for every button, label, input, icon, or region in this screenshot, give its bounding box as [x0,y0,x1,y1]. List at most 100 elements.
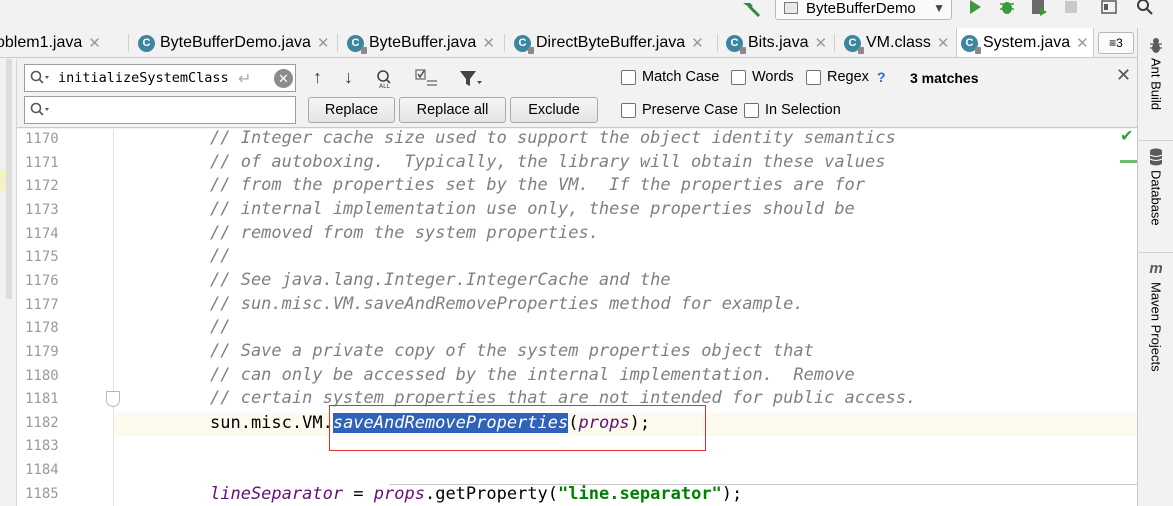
line-number[interactable]: 1178 [25,320,79,336]
run-icon[interactable] [966,0,984,16]
tab-bits[interactable]: C Bits.java ✕ [722,28,827,57]
line-number[interactable]: 1171 [25,155,79,171]
no-problems-checkmark-icon[interactable]: ✔ [1120,126,1133,146]
code-line-getproperty[interactable]: lineSeparator = props.getProperty("line.… [210,484,742,504]
string-literal: "line.separator" [558,484,722,504]
replace-button[interactable]: Replace [308,97,395,123]
tab-directbytebuffer[interactable]: C DirectByteBuffer.java ✕ [510,28,704,57]
code-comment-line[interactable]: // of autoboxing. Typically, the library… [210,152,886,172]
close-icon[interactable]: ✕ [88,34,101,52]
preserve-case-checkbox[interactable]: Preserve Case [621,102,738,118]
line-number[interactable]: 1177 [25,297,79,313]
tab-overflow-button[interactable]: ≡3 [1098,32,1134,54]
ant-build-tool[interactable]: Ant Build [1138,36,1173,110]
run-configuration-select[interactable]: ByteBufferDemo ▼ [775,0,952,20]
exclude-button[interactable]: Exclude [510,97,598,123]
code-comment-line[interactable]: // can only be accessed by the internal … [210,365,855,385]
line-number[interactable]: 1182 [25,415,79,431]
line-number[interactable]: 1184 [25,462,79,478]
line-number[interactable]: 1175 [25,249,79,265]
close-icon[interactable]: ✕ [937,34,950,52]
filter-occurrences-icon[interactable] [415,69,439,89]
checkbox-box[interactable] [744,102,759,118]
checkbox-box[interactable] [731,69,746,85]
tab-system-java[interactable]: C System.java ✕ [956,28,1094,57]
search-everywhere-icon[interactable] [1136,0,1154,16]
line-number[interactable]: 1179 [25,344,79,360]
line-number[interactable]: 1174 [25,226,79,242]
selection-marker [0,169,6,191]
error-stripe-marker[interactable] [1120,160,1137,163]
ant-icon [1150,38,1162,53]
code-comment-line[interactable]: // [210,317,230,337]
words-checkbox[interactable]: Words [731,69,794,85]
line-number[interactable]: 1181 [25,391,79,407]
close-icon[interactable]: ✕ [1116,65,1131,86]
fold-marker-icon[interactable] [106,391,120,407]
code-comment-line[interactable]: // internal implementation use only, the… [210,199,855,219]
code-comment-line[interactable]: // sun.misc.VM.saveAndRemoveProperties m… [210,294,804,314]
database-tool[interactable]: Database [1138,148,1173,226]
main-toolbar: ByteBufferDemo ▼ [0,0,1173,28]
close-icon[interactable]: ✕ [814,34,827,52]
scroll-marker [6,59,12,299]
code-comment-line[interactable]: // removed from the system properties. [210,223,599,243]
code-editor[interactable]: 1170 1171 1172 1173 1174 1175 1176 1177 1178 1179… [17,129,1137,506]
code-comment-line[interactable]: // [210,246,230,266]
library-class-icon: C [961,34,981,54]
tab-label: DirectByteBuffer.java [536,34,686,51]
build-hammer-icon[interactable] [740,0,762,18]
project-structure-icon[interactable] [1100,0,1118,16]
search-field[interactable]: initializeSystemClass ↵ ✕ [24,64,296,92]
code-comment-line[interactable]: // Save a private copy of the system pro… [210,341,814,361]
close-icon[interactable]: ✕ [1076,34,1089,52]
new-line-icon[interactable]: ↵ [238,69,251,89]
clear-search-icon[interactable]: ✕ [274,69,293,88]
line-number[interactable]: 1185 [25,486,79,502]
line-number[interactable]: 1180 [25,368,79,384]
tab-problem1[interactable]: oblem1.java ✕ [0,28,101,57]
regex-checkbox[interactable]: Regex [806,69,869,85]
checkbox-box[interactable] [806,69,821,85]
line-number[interactable]: 1173 [25,202,79,218]
replace-all-button[interactable]: Replace all [399,97,506,123]
find-replace-panel: initializeSystemClass ↵ ✕ ↑ ↓ ALL Replac… [17,59,1137,128]
line-number[interactable]: 1176 [25,273,79,289]
tab-bytebufferdemo[interactable]: C ByteBufferDemo.java ✕ [134,28,330,57]
code-comment-line[interactable]: // from the properties set by the VM. If… [210,175,865,195]
left-tool-strip [0,59,17,506]
tab-label: ByteBuffer.java [369,34,477,51]
line-number[interactable]: 1170 [25,131,79,147]
checkbox-box[interactable] [621,69,636,85]
checkbox-box[interactable] [621,102,636,118]
close-icon[interactable]: ✕ [482,34,495,52]
right-tool-window-bar: Ant Build Database m Maven Projects [1137,28,1173,506]
debug-icon[interactable] [998,0,1016,16]
in-selection-checkbox[interactable]: In Selection [744,102,841,118]
tab-vm-class[interactable]: C VM.class ✕ [840,28,950,57]
tab-label: VM.class [866,34,931,51]
close-icon[interactable]: ✕ [691,34,704,52]
select-all-occurrences-icon[interactable]: ALL [375,69,397,89]
coverage-icon[interactable] [1030,0,1048,16]
regex-help-icon[interactable]: ? [877,69,886,85]
close-icon[interactable]: ✕ [317,34,330,52]
code-comment-line[interactable]: // Integer cache size used to support th… [210,129,896,148]
horizontal-scrollbar[interactable] [389,484,1137,485]
filter-icon[interactable] [459,69,483,89]
next-occurrence-icon[interactable]: ↓ [344,68,353,86]
field-line-separator: lineSeparator [210,484,344,504]
line-number[interactable]: 1183 [25,438,79,454]
tab-bytebuffer[interactable]: C ByteBuffer.java ✕ [343,28,495,57]
code-comment-line[interactable]: // See java.lang.Integer.IntegerCache an… [210,270,671,290]
run-configuration-label: ByteBufferDemo [806,0,916,17]
stop-icon[interactable] [1062,0,1080,16]
previous-occurrence-icon[interactable]: ↑ [313,68,322,86]
match-case-checkbox[interactable]: Match Case [621,69,719,85]
replace-field[interactable] [24,96,296,124]
maven-projects-tool[interactable]: m Maven Projects [1138,260,1173,372]
line-number[interactable]: 1172 [25,178,79,194]
search-input[interactable]: initializeSystemClass [58,70,229,86]
search-history-icon[interactable] [30,70,50,86]
replace-history-icon[interactable] [30,102,50,118]
